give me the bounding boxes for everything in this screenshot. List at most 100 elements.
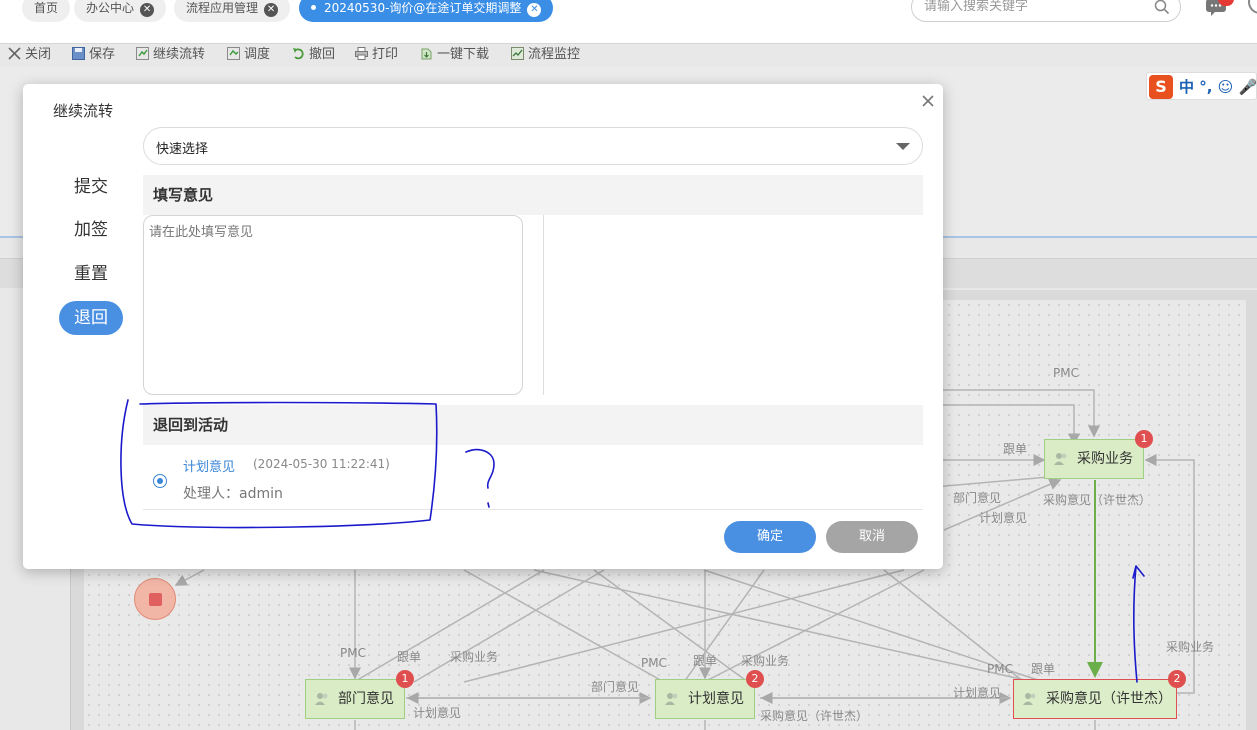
node-badge: 2: [746, 670, 764, 688]
continue-flow-icon: [136, 47, 149, 60]
close-icon[interactable]: ✕: [527, 3, 542, 17]
schedule-button[interactable]: 调度: [227, 46, 270, 64]
edge-label: 部门意见: [591, 680, 640, 694]
edge-label: PMC: [340, 646, 366, 660]
edge-label: 部门意见: [953, 491, 1002, 505]
opinion-header: 填写意见: [143, 175, 923, 215]
tab-inquiry-active[interactable]: 20240530-询价@在途订单交期调整 ✕: [299, 0, 554, 22]
edge-label: 跟单: [693, 654, 718, 668]
monitor-label: 流程监控: [528, 47, 581, 62]
search-box: [911, 0, 1181, 22]
edge-label: 跟单: [397, 650, 422, 664]
side-item-reset[interactable]: 重置: [59, 257, 123, 291]
user-group-icon: [1054, 453, 1067, 465]
flow-node-dept-opinion[interactable]: 部门意见 1: [305, 670, 414, 719]
chevron-down-icon: [896, 143, 910, 150]
toolbar: 关闭 保存 继续流转 调度 撤回 打印 一键下载 流程监控: [0, 44, 1257, 66]
user-group-icon: [1023, 693, 1036, 705]
node-label: 采购业务: [1077, 451, 1133, 467]
ime-status: 中 °, ☺ 🎤: [1179, 78, 1257, 96]
tab-label: 首页: [34, 1, 59, 15]
close-label: 关闭: [25, 47, 52, 62]
close-icon: [8, 47, 21, 60]
user-group-icon: [665, 693, 678, 705]
side-item-add-sign[interactable]: 加签: [59, 213, 123, 247]
edge-label: 计划意见: [979, 511, 1028, 525]
save-label: 保存: [89, 47, 116, 62]
node-badge: 2: [1168, 670, 1186, 688]
dialog-title: 继续流转: [53, 102, 114, 120]
quick-select-value: 快速选择: [156, 142, 209, 157]
edge-label: 采购业务: [1166, 640, 1215, 654]
edge-label: 跟单: [1003, 442, 1028, 456]
continue-flow-label: 继续流转: [153, 47, 206, 62]
activity-time: (2024-05-30 11:22:41): [253, 457, 390, 471]
save-icon: [72, 47, 85, 60]
node-label: 部门意见: [338, 691, 394, 707]
tab-flow-app-manage[interactable]: 流程应用管理 ✕: [174, 0, 291, 22]
avatar[interactable]: [1248, 0, 1257, 14]
one-click-download-button[interactable]: 一键下载: [420, 46, 489, 64]
tab-label: 20240530-询价@在途订单交期调整: [324, 1, 522, 15]
sogou-logo-icon: S: [1149, 75, 1173, 99]
search-input[interactable]: [924, 0, 1144, 14]
ime-toolbar[interactable]: S 中 °, ☺ 🎤: [1146, 72, 1257, 100]
schedule-icon: [227, 47, 240, 60]
close-icon[interactable]: ✕: [264, 3, 279, 17]
end-node[interactable]: [134, 578, 176, 620]
close-button[interactable]: 关闭: [8, 46, 51, 64]
radio-dot-icon: [156, 477, 163, 484]
edge-label: 跟单: [1031, 662, 1056, 676]
download-icon: [421, 48, 432, 60]
confirm-button[interactable]: 确定: [724, 521, 816, 553]
revoke-button[interactable]: 撤回: [292, 46, 335, 64]
undo-icon: [293, 48, 304, 60]
activity-name[interactable]: 计划意见: [183, 456, 235, 475]
flow-node-purchase-opinion[interactable]: 采购意见（许世杰） 2: [1013, 670, 1186, 719]
edge-label: PMC: [987, 662, 1013, 676]
stop-icon: [149, 593, 162, 606]
active-dot-icon: [311, 5, 316, 10]
save-button[interactable]: 保存: [72, 46, 115, 64]
tab-office-center[interactable]: 办公中心 ✕: [74, 0, 167, 22]
flow-node-plan-opinion[interactable]: 计划意见 2: [655, 670, 764, 719]
node-label: 计划意见: [688, 691, 744, 707]
edge-label: 采购意见（许世杰）: [1043, 493, 1152, 507]
close-icon[interactable]: [921, 94, 935, 108]
return-activity-header: 退回到活动: [143, 405, 923, 445]
close-icon[interactable]: ✕: [140, 3, 155, 17]
download-label: 一键下载: [437, 47, 490, 62]
quick-select-dropdown[interactable]: 快速选择: [143, 127, 923, 165]
user-group-icon: [315, 693, 328, 705]
edge-label: 采购业务: [450, 650, 499, 664]
edge-label: 采购业务: [741, 654, 790, 668]
tab-label: 流程应用管理: [186, 1, 259, 15]
search-icon[interactable]: [1154, 0, 1170, 15]
continue-flow-button[interactable]: 继续流转: [136, 46, 205, 64]
revoke-label: 撤回: [309, 47, 336, 62]
opinion-textarea[interactable]: [149, 221, 517, 389]
side-item-submit[interactable]: 提交: [59, 170, 123, 204]
activity-radio[interactable]: [153, 474, 167, 488]
tab-label: 办公中心: [86, 1, 135, 15]
edge-label: 采购意见（许世杰）: [760, 709, 869, 723]
tab-home[interactable]: 首页: [22, 0, 71, 22]
edge-label: 计划意见: [413, 706, 462, 720]
activity-handler: 处理人：admin: [183, 486, 283, 502]
cancel-button[interactable]: 取消: [826, 521, 918, 553]
continue-flow-dialog: 继续流转 提交 加签 重置 退回 快速选择 填写意见 退回到活动 计划意见 (2…: [23, 84, 943, 569]
opinion-box: [143, 215, 523, 395]
monitor-icon: [511, 47, 524, 60]
flow-node-purchase-business[interactable]: 采购业务 1: [1044, 430, 1153, 479]
flow-monitor-button[interactable]: 流程监控: [511, 46, 580, 64]
print-button[interactable]: 打印: [355, 46, 398, 64]
node-label: 采购意见（许世杰）: [1046, 691, 1172, 707]
return-activity-item[interactable]: 计划意见 (2024-05-30 11:22:41) 处理人：admin: [143, 446, 923, 510]
side-item-return[interactable]: 退回: [59, 301, 123, 335]
edge-label: 计划意见: [953, 686, 1002, 700]
print-icon: [355, 47, 368, 60]
edge-label: PMC: [641, 656, 667, 670]
edge-label: PMC: [1053, 366, 1079, 380]
top-tab-bar: 首页 办公中心 ✕ 流程应用管理 ✕ 20240530-询价@在途订单交期调整 ✕: [0, 0, 1257, 44]
schedule-label: 调度: [244, 47, 271, 62]
